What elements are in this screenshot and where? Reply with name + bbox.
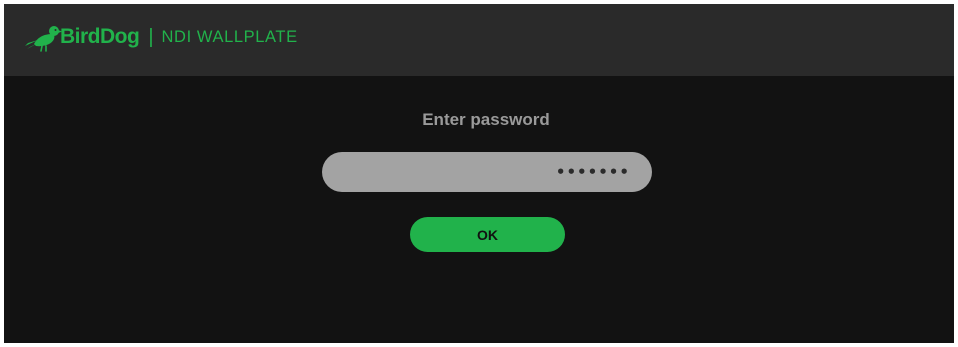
top-bar: BirdDog | NDI WALLPLATE: [4, 4, 954, 76]
brand-separator: |: [148, 25, 154, 48]
product-name: NDI WALLPLATE: [161, 27, 298, 46]
app-window: BirdDog | NDI WALLPLATE Enter password O…: [4, 4, 954, 343]
brand-name: BirdDog: [60, 25, 140, 48]
brand-logo: BirdDog | NDI WALLPLATE: [24, 22, 298, 52]
ok-button[interactable]: OK: [410, 217, 565, 252]
password-input[interactable]: [322, 152, 652, 192]
login-panel: Enter password OK: [4, 76, 954, 343]
bird-logo-icon: [25, 26, 62, 52]
password-prompt: Enter password: [422, 110, 550, 129]
